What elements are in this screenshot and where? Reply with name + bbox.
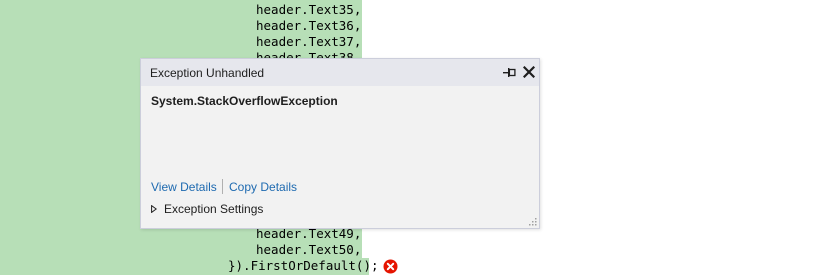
code-line: header.Text50, bbox=[256, 242, 362, 257]
resize-grip-icon[interactable] bbox=[527, 216, 538, 227]
exception-type: System.StackOverflowException bbox=[151, 94, 338, 108]
error-circle-icon[interactable] bbox=[383, 259, 398, 274]
code-line: header.Text36, bbox=[256, 18, 362, 33]
view-details-link[interactable]: View Details bbox=[151, 180, 217, 194]
close-icon[interactable] bbox=[523, 66, 535, 78]
popup-header: Exception Unhandled bbox=[141, 59, 539, 86]
code-line: header.Text37, bbox=[256, 34, 362, 49]
popup-title: Exception Unhandled bbox=[150, 66, 265, 80]
exception-settings-label: Exception Settings bbox=[164, 202, 264, 216]
code-line: }).FirstOrDefault(); bbox=[228, 258, 379, 273]
exception-helper-popup: Exception Unhandled System.StackOverflow… bbox=[140, 58, 540, 229]
pin-icon[interactable] bbox=[503, 67, 516, 78]
copy-details-link[interactable]: Copy Details bbox=[229, 180, 297, 194]
link-divider bbox=[222, 179, 223, 194]
expand-triangle-icon bbox=[151, 205, 157, 213]
code-line: header.Text35, bbox=[256, 2, 362, 17]
